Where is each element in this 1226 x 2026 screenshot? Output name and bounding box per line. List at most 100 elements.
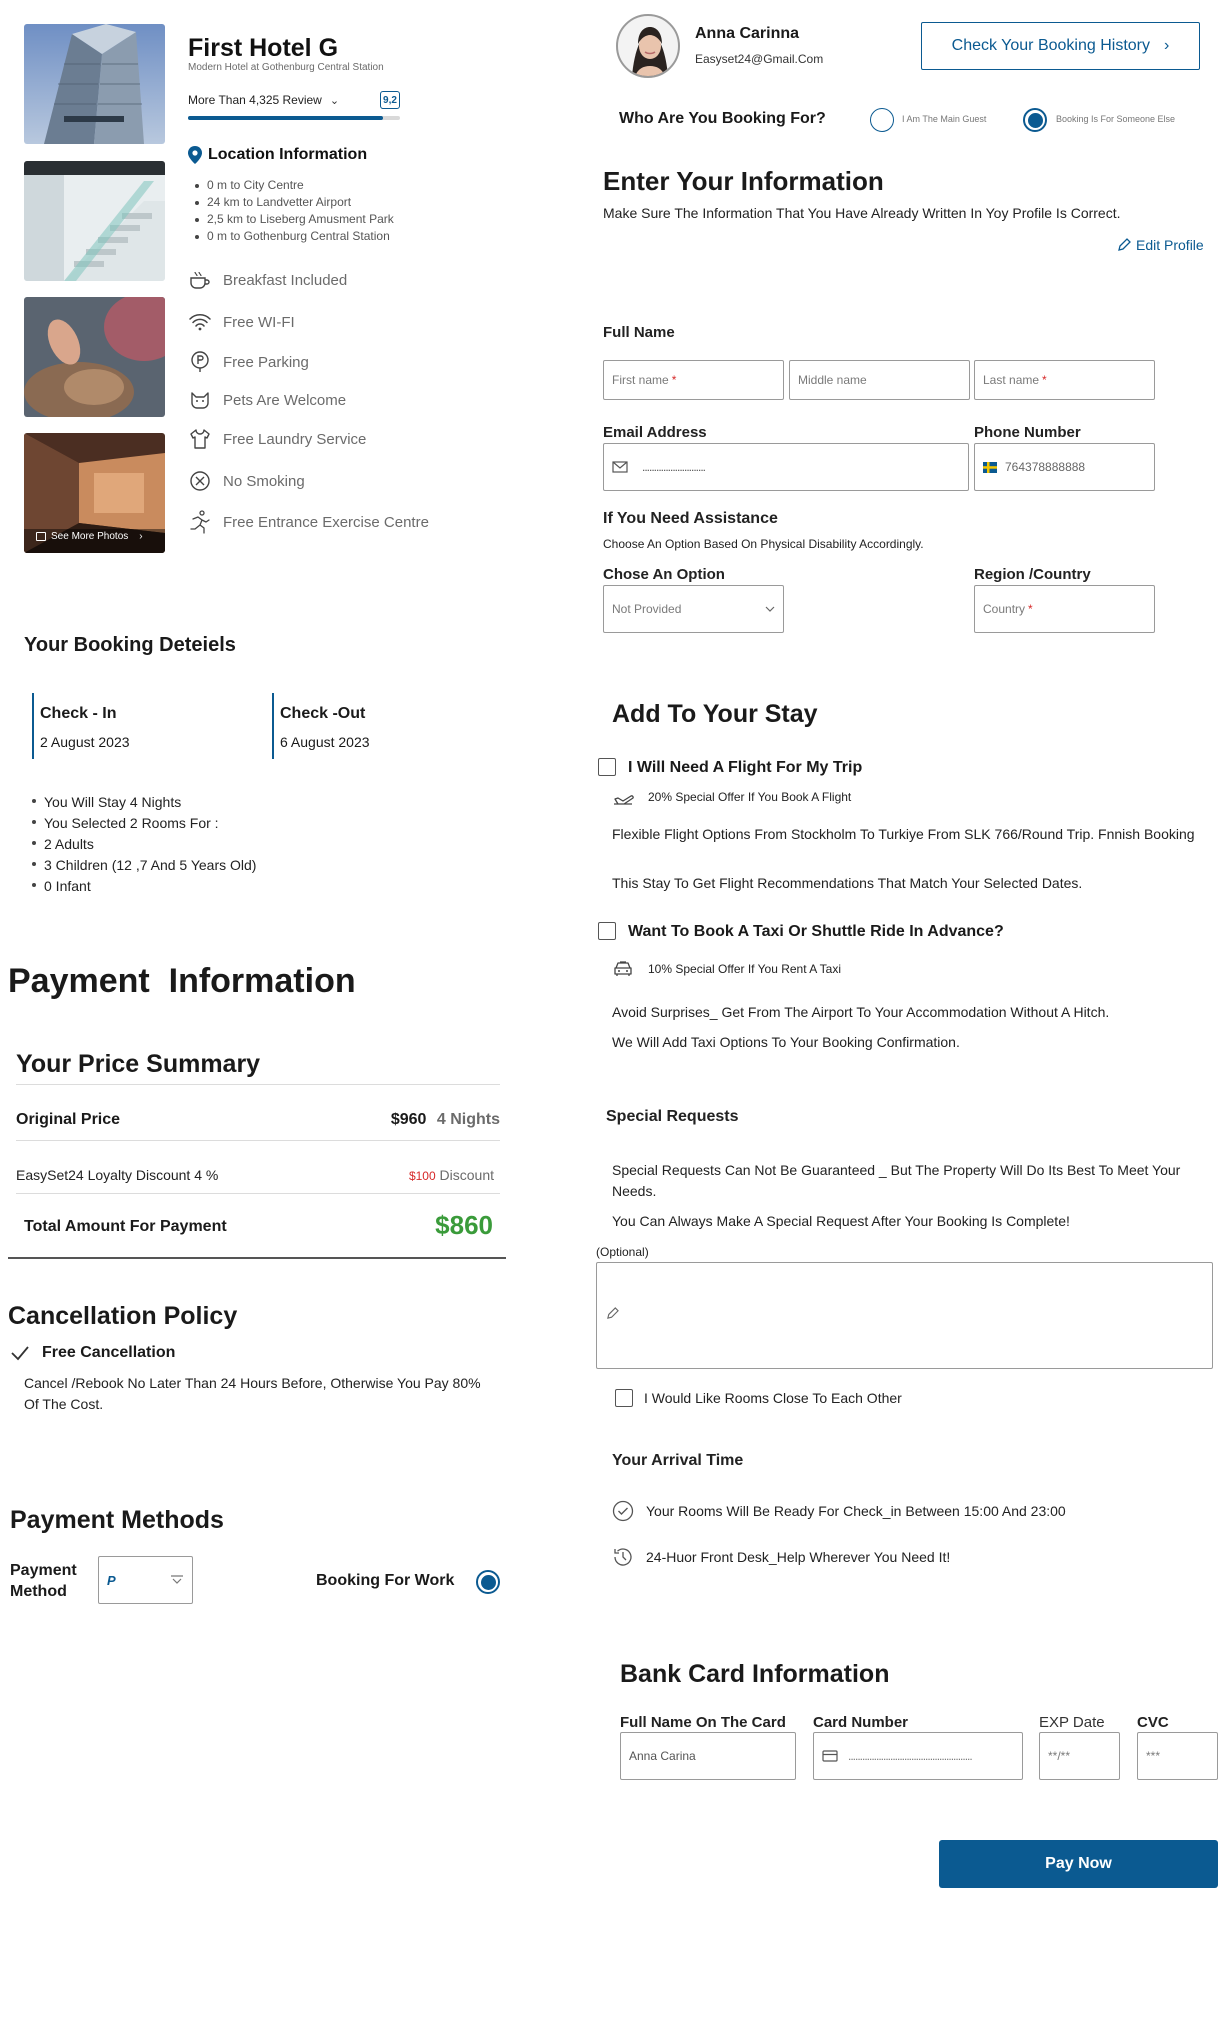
country-field[interactable]: Country * bbox=[974, 585, 1155, 633]
original-price-label: Original Price bbox=[16, 1111, 121, 1128]
amenity-wifi: Free WI-FI bbox=[188, 310, 295, 334]
booking-details-title: Your Booking Deteiels bbox=[24, 634, 236, 656]
radio-dot bbox=[1027, 112, 1043, 128]
amenity-parking: Free Parking bbox=[188, 350, 309, 374]
discount-value: $100 Discount bbox=[408, 1167, 494, 1183]
flight-checkbox[interactable] bbox=[598, 758, 616, 776]
list-item: 0 Infant bbox=[30, 876, 256, 897]
list-item: 3 Children (12 ,7 And 5 Years Old) bbox=[30, 855, 256, 876]
booking-for-work-label: Booking For Work bbox=[316, 1572, 455, 1589]
sweden-flag-icon bbox=[983, 461, 997, 473]
last-name-field[interactable]: Last name * bbox=[974, 360, 1155, 400]
assistance-subtitle: Choose An Option Based On Physical Disab… bbox=[603, 537, 924, 551]
card-name-field[interactable]: Anna Carina bbox=[620, 1732, 796, 1780]
front-desk: 24-Huor Front Desk_Help Wherever You Nee… bbox=[612, 1546, 950, 1568]
card-number-field[interactable]: ........................................… bbox=[813, 1732, 1023, 1780]
list-item: You Will Stay 4 Nights bbox=[30, 792, 256, 813]
rating-badge: 9,2 bbox=[380, 91, 400, 109]
booking-for-work-radio[interactable] bbox=[476, 1570, 500, 1594]
chevron-right-icon: › bbox=[139, 531, 143, 542]
total-value: $860 bbox=[435, 1210, 493, 1240]
cvc-field[interactable]: *** bbox=[1137, 1732, 1218, 1780]
coffee-cup-icon bbox=[188, 268, 212, 292]
payment-method-label: Payment Method bbox=[10, 1562, 77, 1600]
middle-name-field[interactable]: Middle name bbox=[789, 360, 970, 400]
checkout-block bbox=[272, 693, 274, 759]
clock-history-icon bbox=[612, 1546, 634, 1568]
hotel-photo-corridor[interactable]: See More Photos › bbox=[24, 433, 165, 553]
cvc-label: CVC bbox=[1137, 1714, 1169, 1731]
original-price: $960 4 Nights bbox=[390, 1111, 500, 1128]
payment-methods-title: Payment Methods bbox=[10, 1506, 224, 1534]
cancellation-text: Cancel /Rebook No Later Than 24 Hours Be… bbox=[24, 1375, 481, 1412]
special-requests-desc-2: You Can Always Make A Special Request Af… bbox=[612, 1213, 1070, 1229]
location-item: 0 m to Gothenburg Central Station bbox=[193, 228, 394, 245]
checkin-label: Check - In bbox=[40, 705, 117, 722]
card-number-label: Card Number bbox=[813, 1714, 909, 1731]
chevron-right-icon: › bbox=[1164, 37, 1170, 54]
checkout-date: 6 August 2023 bbox=[280, 734, 370, 750]
special-requests-textarea[interactable] bbox=[596, 1262, 1213, 1369]
phone-field[interactable]: 764378888888 bbox=[974, 443, 1155, 491]
divider bbox=[16, 1193, 500, 1194]
radio-someone-else-label: Booking Is For Someone Else bbox=[1056, 114, 1176, 124]
total-divider bbox=[8, 1257, 506, 1259]
first-name-field[interactable]: First name * bbox=[603, 360, 784, 400]
assistance-select[interactable]: Not Provided bbox=[603, 585, 784, 633]
user-name: Anna Carinna bbox=[695, 25, 800, 42]
reviews-dropdown[interactable]: More Than 4,325 Review ⌄ bbox=[188, 93, 339, 107]
location-heading: Location Information bbox=[188, 146, 367, 164]
arrival-title: Your Arrival Time bbox=[612, 1452, 744, 1469]
price-summary-title: Your Price Summary bbox=[16, 1050, 261, 1078]
pay-now-button[interactable]: Pay Now bbox=[939, 1840, 1218, 1888]
no-smoking-icon bbox=[188, 469, 212, 493]
exp-date-label: EXP Date bbox=[1039, 1714, 1105, 1731]
list-item: 2 Adults bbox=[30, 834, 256, 855]
radio-main-guest[interactable] bbox=[870, 108, 894, 132]
phone-label: Phone Number bbox=[974, 424, 1081, 441]
region-label: Region /Country bbox=[974, 566, 1091, 583]
radio-someone-else[interactable] bbox=[1023, 108, 1047, 132]
see-more-photos-link[interactable]: See More Photos › bbox=[36, 531, 143, 542]
flight-label: I Will Need A Flight For My Trip bbox=[628, 759, 863, 776]
discount-label: EasySet24 Loyalty Discount 4 % bbox=[16, 1167, 219, 1183]
divider bbox=[16, 1140, 500, 1141]
divider bbox=[16, 1084, 500, 1085]
flight-offer: 20% Special Offer If You Book A Flight bbox=[612, 788, 851, 806]
plane-icon bbox=[612, 788, 634, 806]
pencil-icon bbox=[1117, 238, 1131, 252]
checkmark-icon bbox=[10, 1345, 30, 1361]
avatar[interactable] bbox=[616, 14, 680, 78]
email-field[interactable]: ........................... bbox=[603, 443, 969, 491]
edit-profile-link[interactable]: Edit Profile bbox=[1117, 237, 1204, 253]
hotel-photo-pet[interactable] bbox=[24, 297, 165, 417]
hotel-name: First Hotel G bbox=[188, 34, 339, 62]
checkin-block bbox=[32, 693, 34, 759]
payment-title: Payment Information bbox=[8, 962, 356, 1000]
credit-card-icon bbox=[822, 1750, 838, 1762]
hotel-photo-building[interactable] bbox=[24, 24, 165, 144]
taxi-offer: 10% Special Offer If You Rent A Taxi bbox=[612, 960, 841, 978]
exp-date-field[interactable]: **/** bbox=[1039, 1732, 1120, 1780]
laundry-shirt-icon bbox=[188, 427, 212, 451]
parking-icon bbox=[188, 350, 212, 374]
radio-main-guest-label: I Am The Main Guest bbox=[902, 114, 987, 124]
chevron-down-icon bbox=[170, 1575, 184, 1585]
card-name-label: Full Name On The Card bbox=[620, 1714, 786, 1731]
taxi-checkbox[interactable] bbox=[598, 922, 616, 940]
booking-history-button[interactable]: Check Your Booking History › bbox=[921, 22, 1200, 70]
bank-card-title: Bank Card Information bbox=[620, 1660, 890, 1688]
list-item: You Selected 2 Rooms For : bbox=[30, 813, 256, 834]
booking-for-question: Who Are You Booking For? bbox=[619, 110, 826, 127]
hotel-photo-stairs[interactable] bbox=[24, 161, 165, 281]
arrival-ready: Your Rooms Will Be Ready For Check_in Be… bbox=[612, 1500, 1066, 1522]
location-item: 24 km to Landvetter Airport bbox=[193, 194, 394, 211]
photos-icon bbox=[36, 532, 46, 541]
rooms-close-checkbox[interactable] bbox=[615, 1389, 633, 1407]
assistance-title: If You Need Assistance bbox=[603, 510, 778, 527]
special-requests-title: Special Requests bbox=[606, 1108, 739, 1125]
rooms-close-label: I Would Like Rooms Close To Each Other bbox=[644, 1390, 902, 1406]
location-pin-icon bbox=[188, 146, 202, 164]
payment-method-select[interactable]: P bbox=[98, 1556, 193, 1604]
location-list: 0 m to City Centre 24 km to Landvetter A… bbox=[193, 177, 394, 245]
